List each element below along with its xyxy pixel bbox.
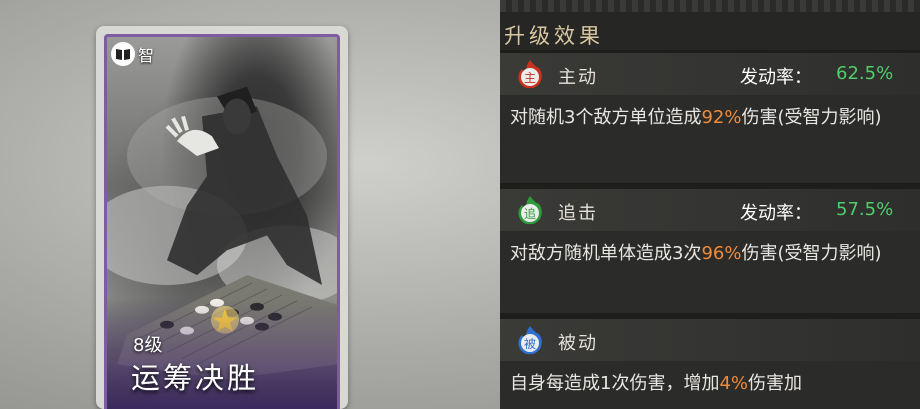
effect-section-header: 追 追击 发动率： 57.5% (500, 189, 920, 231)
upgrade-effects-panel: 升级效果 主 主动 发动率： 62.5% 对随机3个敌方单位造成92%伤害(受智… (500, 0, 920, 409)
effect-section-header: 被 被动 (500, 319, 920, 361)
effect-section-header: 主 主动 发动率： 62.5% (500, 53, 920, 95)
desc-text: 对随机3个敌方单位造成 (510, 107, 702, 128)
skill-card[interactable]: 智 8级 运筹决胜 (96, 26, 348, 409)
trigger-rate-label: 发动率： (740, 67, 812, 88)
effect-description: 对敌方随机单体造成3次96%伤害(受智力影响) (510, 239, 910, 269)
desc-text: 自身每造成1次伤害，增加 (510, 373, 720, 394)
effect-section-active: 主 主动 发动率： 62.5% 对随机3个敌方单位造成92%伤害(受智力影响) (500, 53, 920, 183)
flame-badge-green-icon: 追 (518, 196, 542, 225)
effect-description: 自身每造成1次伤害，增加4%伤害加 (510, 369, 910, 399)
trigger-rate-label: 发动率： (740, 203, 812, 224)
flame-badge-blue-icon: 被 (518, 326, 542, 355)
effect-type-label: 追击 (558, 203, 598, 224)
desc-text: 伤害加 (748, 373, 803, 394)
panel-header: 升级效果 (500, 12, 920, 50)
effect-section-passive: 被 被动 自身每造成1次伤害，增加4%伤害加 (500, 319, 920, 409)
section-icon-char: 被 (524, 337, 536, 351)
trigger-rate-value: 62.5% (836, 63, 894, 84)
card-type-label: 智 (138, 46, 155, 65)
desc-highlight: 4% (719, 373, 749, 394)
trigger-rate-value: 57.5% (836, 199, 894, 220)
desc-text: 对敌方随机单体造成3次 (510, 243, 702, 264)
card-type-badge: 智 (111, 41, 160, 67)
upgrade-effects-title: 升级效果 (504, 24, 604, 48)
desc-text: 伤害(受智力影响) (741, 107, 882, 128)
effect-section-chase: 追 追击 发动率： 57.5% 对敌方随机单体造成3次96%伤害(受智力影响) (500, 189, 920, 313)
section-icon-char: 主 (524, 71, 536, 85)
effect-type-label: 主动 (558, 67, 598, 88)
desc-highlight: 96% (701, 243, 742, 264)
effect-description: 对随机3个敌方单位造成92%伤害(受智力影响) (510, 103, 910, 133)
card-skill-name: 运筹决胜 (131, 361, 260, 395)
book-icon (111, 42, 135, 66)
card-level: 8级 (133, 335, 163, 356)
card-artwork-frame: 智 8级 运筹决胜 (104, 34, 340, 409)
flame-badge-red-icon: 主 (518, 60, 542, 89)
section-icon-char: 追 (524, 206, 536, 221)
effect-type-label: 被动 (558, 333, 598, 354)
desc-text: 伤害(受智力影响) (741, 243, 882, 264)
desc-highlight: 92% (701, 107, 742, 128)
